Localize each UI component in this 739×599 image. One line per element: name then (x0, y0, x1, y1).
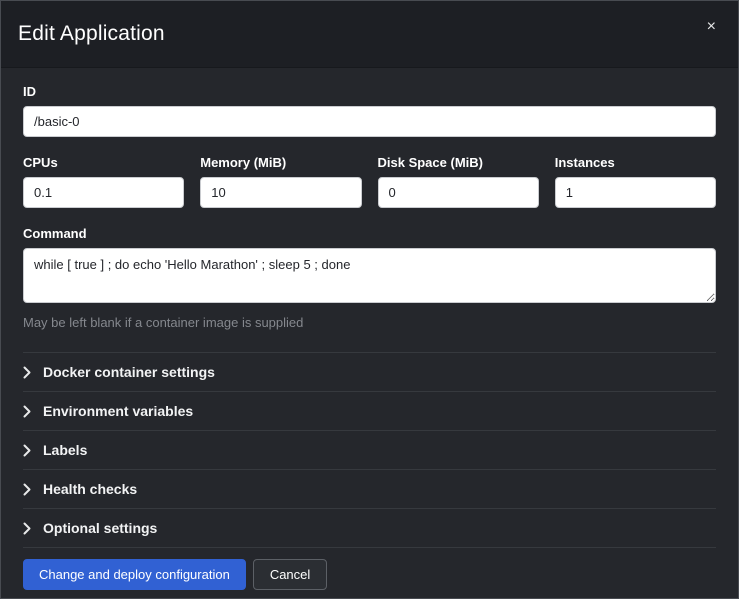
section-docker-container-settings[interactable]: Docker container settings (23, 352, 716, 391)
section-label: Environment variables (43, 403, 193, 419)
section-label: Docker container settings (43, 364, 215, 380)
modal-body: ID CPUs Memory (MiB) Disk Space (MiB) In… (1, 68, 738, 599)
chevron-right-icon (23, 444, 32, 457)
section-environment-variables[interactable]: Environment variables (23, 391, 716, 430)
chevron-right-icon (23, 405, 32, 418)
id-label: ID (23, 84, 716, 99)
disk-space-field-group: Disk Space (MiB) (378, 155, 539, 208)
id-input[interactable] (23, 106, 716, 137)
section-label: Health checks (43, 481, 137, 497)
deploy-button[interactable]: Change and deploy configuration (23, 559, 246, 590)
memory-input[interactable] (200, 177, 361, 208)
command-helper-text: May be left blank if a container image i… (23, 315, 716, 330)
command-label: Command (23, 226, 716, 241)
close-icon: × (707, 18, 716, 35)
chevron-right-icon (23, 522, 32, 535)
chevron-right-icon (23, 483, 32, 496)
instances-field-group: Instances (555, 155, 716, 208)
section-labels[interactable]: Labels (23, 430, 716, 469)
instances-input[interactable] (555, 177, 716, 208)
cpus-input[interactable] (23, 177, 184, 208)
chevron-right-icon (23, 366, 32, 379)
instances-label: Instances (555, 155, 716, 170)
cpus-field-group: CPUs (23, 155, 184, 208)
command-field-group: Command while [ true ] ; do echo 'Hello … (23, 226, 716, 330)
close-button[interactable]: × (705, 15, 718, 39)
disk-space-label: Disk Space (MiB) (378, 155, 539, 170)
modal-footer: Change and deploy configuration Cancel (23, 548, 716, 590)
id-field-group: ID (23, 84, 716, 137)
modal-header: Edit Application × (1, 1, 738, 68)
memory-field-group: Memory (MiB) (200, 155, 361, 208)
memory-label: Memory (MiB) (200, 155, 361, 170)
section-health-checks[interactable]: Health checks (23, 469, 716, 508)
modal-title: Edit Application (18, 22, 165, 46)
cancel-button[interactable]: Cancel (253, 559, 327, 590)
disk-space-input[interactable] (378, 177, 539, 208)
edit-application-modal: Edit Application × ID CPUs Memory (MiB) … (0, 0, 739, 599)
section-label: Optional settings (43, 520, 157, 536)
section-optional-settings[interactable]: Optional settings (23, 508, 716, 547)
resources-row: CPUs Memory (MiB) Disk Space (MiB) Insta… (23, 155, 716, 208)
section-label: Labels (43, 442, 87, 458)
collapsible-sections: Docker container settings Environment va… (23, 352, 716, 548)
command-textarea[interactable]: while [ true ] ; do echo 'Hello Marathon… (23, 248, 716, 303)
cpus-label: CPUs (23, 155, 184, 170)
